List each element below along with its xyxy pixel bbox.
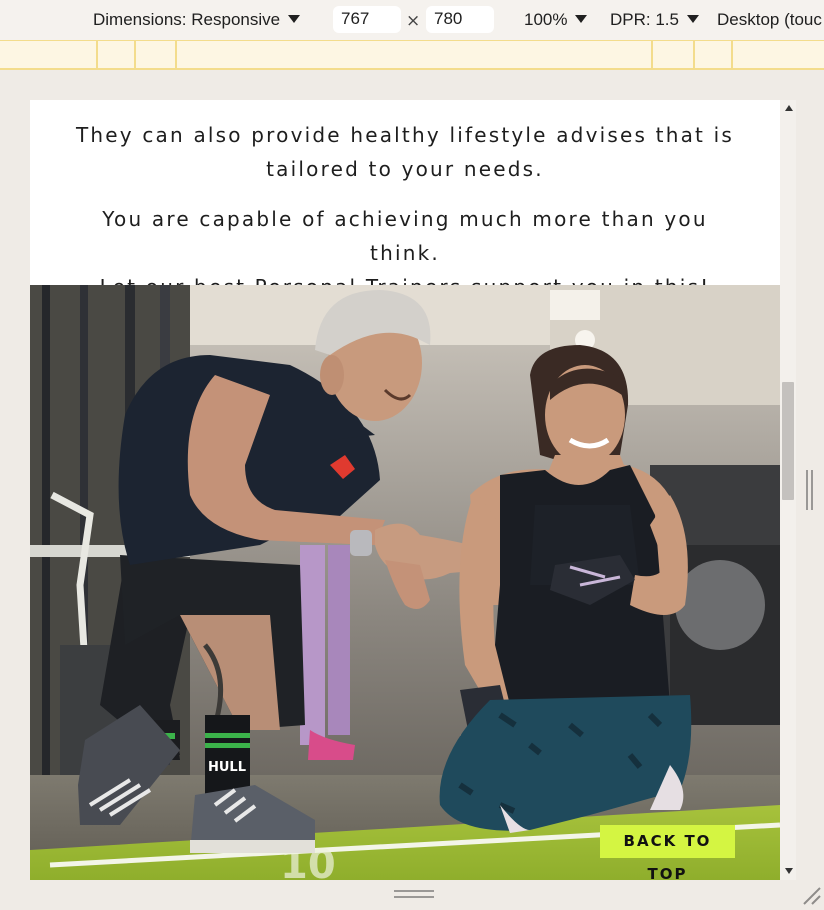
media-query-marker[interactable] <box>693 41 695 69</box>
media-query-marker[interactable] <box>731 41 733 69</box>
dimensions-label: Dimensions: Responsive <box>93 10 281 29</box>
media-query-marker[interactable] <box>96 41 98 69</box>
media-query-bar <box>0 40 824 70</box>
device-mode-dropdown[interactable]: Desktop (touc <box>717 10 822 30</box>
intro-paragraph-2-line-1: You are capable of achieving much more t… <box>102 207 708 265</box>
scroll-up-arrow-icon[interactable] <box>785 105 793 111</box>
chevron-down-icon <box>288 15 301 23</box>
page-viewport: They can also provide healthy lifestyle … <box>30 100 780 880</box>
devtools-device-toolbar: Dimensions: Responsive 767 × 780 100% DP… <box>0 0 824 40</box>
times-separator: × <box>406 11 421 31</box>
resize-handle-bottom[interactable] <box>394 890 434 902</box>
gym-trainer-photo: 10 HULL <box>30 285 780 880</box>
media-query-marker[interactable] <box>134 41 136 69</box>
dpr-label: DPR: 1.5 <box>610 10 679 29</box>
dimensions-dropdown[interactable]: Dimensions: Responsive <box>93 10 301 30</box>
width-input[interactable]: 767 <box>333 6 401 33</box>
back-to-top-button[interactable]: BACK TO TOP <box>600 825 735 880</box>
svg-text:HULL: HULL <box>208 760 246 775</box>
zoom-label: 100% <box>524 10 568 29</box>
media-query-marker[interactable] <box>175 41 177 69</box>
dpr-dropdown[interactable]: DPR: 1.5 <box>610 10 699 30</box>
intro-copy: They can also provide healthy lifestyle … <box>30 100 780 304</box>
scrollbar-thumb[interactable] <box>782 382 794 500</box>
media-query-marker[interactable] <box>651 41 653 69</box>
chevron-down-icon <box>686 15 699 23</box>
chevron-down-icon <box>575 15 588 23</box>
zoom-dropdown[interactable]: 100% <box>524 10 588 30</box>
scroll-down-arrow-icon[interactable] <box>785 868 793 874</box>
intro-paragraph-1: They can also provide healthy lifestyle … <box>75 123 735 181</box>
height-input[interactable]: 780 <box>426 6 494 33</box>
resize-corner-icon[interactable] <box>800 884 822 906</box>
device-mode-label: Desktop (touc <box>717 10 822 29</box>
resize-handle-right[interactable] <box>806 470 816 510</box>
